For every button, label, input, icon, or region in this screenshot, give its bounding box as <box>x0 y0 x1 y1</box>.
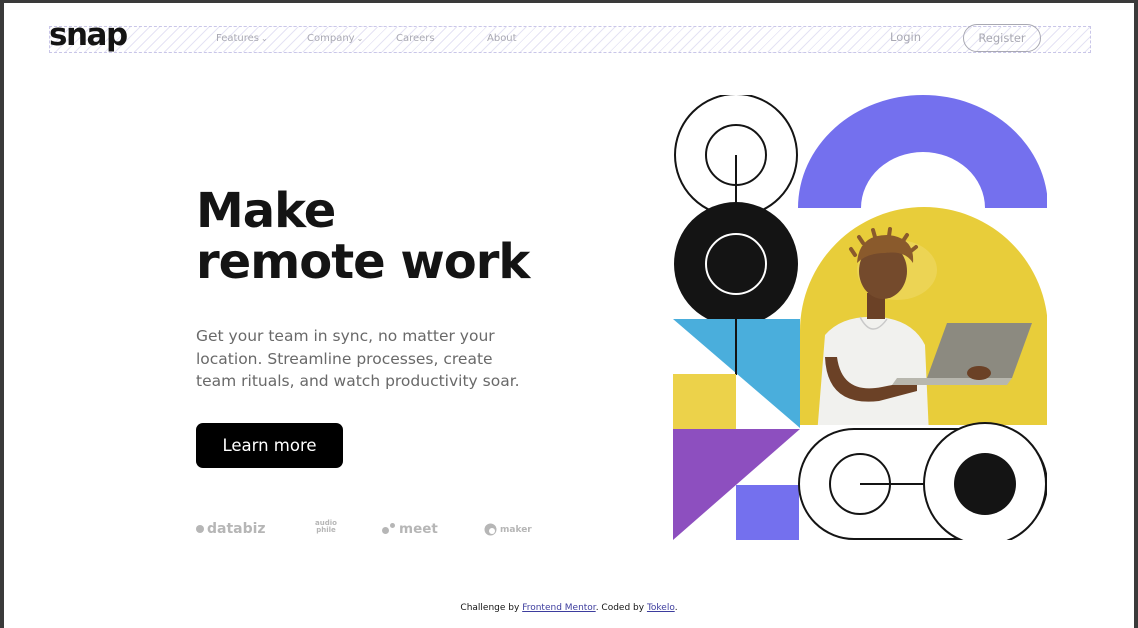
logo[interactable]: snap <box>49 17 128 53</box>
learn-more-button[interactable]: Learn more <box>196 423 343 468</box>
outline-capsule-shape <box>798 422 1047 540</box>
purple-square-shape <box>736 485 799 540</box>
yellow-square-shape <box>673 374 736 429</box>
audiophile-label-2: phile <box>316 526 336 534</box>
maker-mark-icon <box>484 523 497 536</box>
register-button[interactable]: Register <box>963 24 1041 52</box>
nav-item-features[interactable]: Features ⌄ <box>216 33 268 44</box>
login-link[interactable]: Login <box>890 30 921 44</box>
databiz-dot-icon <box>196 525 204 533</box>
meet-logo: meet <box>382 521 438 537</box>
nav-item-label: Careers <box>396 33 435 44</box>
footer-suffix: . <box>674 603 678 613</box>
databiz-logo: databiz <box>196 521 266 537</box>
nav-item-label: About <box>487 33 517 44</box>
author-link[interactable]: Tokelo <box>647 603 675 613</box>
purple-arch-shape <box>798 95 1047 208</box>
footer-prefix: Challenge by <box>460 603 523 613</box>
footer-attribution: Challenge by Frontend Mentor. Coded by T… <box>4 603 1134 613</box>
hero-photo <box>800 207 1047 425</box>
hero-title-line-1: Make <box>196 183 336 239</box>
frontend-mentor-link[interactable]: Frontend Mentor <box>522 603 596 613</box>
footer-middle: . Coded by <box>595 603 647 613</box>
black-circle-shape <box>674 202 798 326</box>
databiz-label: databiz <box>207 521 266 537</box>
nav-item-about[interactable]: About <box>487 33 517 44</box>
nav-item-company[interactable]: Company ⌄ <box>307 33 363 44</box>
meet-dots-icon <box>382 523 396 535</box>
nav-item-label: Company <box>307 33 355 44</box>
chevron-down-icon: ⌄ <box>356 34 364 43</box>
page: snap Features ⌄ Company ⌄ Careers About … <box>4 3 1134 628</box>
client-logos: databiz audio phile meet maker <box>196 520 536 540</box>
hero-illustration <box>673 95 1047 540</box>
hero-description: Get your team in sync, no matter your lo… <box>196 327 520 390</box>
nav-item-label: Features <box>216 33 259 44</box>
outline-circle-top <box>674 95 798 217</box>
audiophile-logo: audio phile <box>312 520 340 534</box>
maker-label: maker <box>500 524 532 535</box>
maker-logo: maker <box>484 523 532 536</box>
hero-title-line-2: remote work <box>196 234 530 290</box>
navbar <box>49 26 1091 53</box>
meet-label: meet <box>399 521 438 537</box>
chevron-down-icon: ⌄ <box>261 34 268 43</box>
hero-title: Make remote work <box>196 186 616 288</box>
nav-item-careers[interactable]: Careers <box>396 33 435 44</box>
